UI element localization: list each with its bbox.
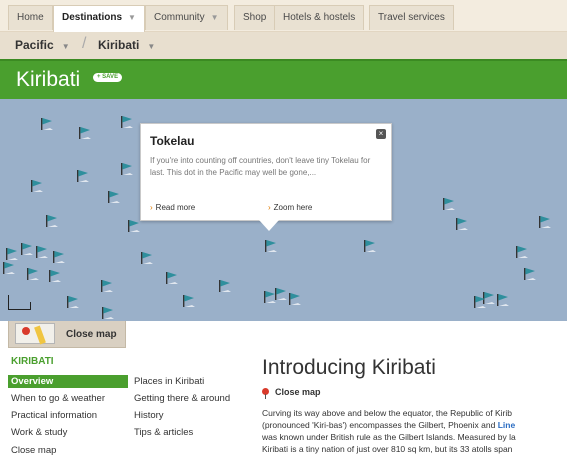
close-map-link[interactable]: Close map xyxy=(262,387,321,399)
zoom-here-link[interactable]: › Zoom here xyxy=(268,203,312,212)
map-flag-icon[interactable] xyxy=(100,279,114,293)
breadcrumb-label: Kiribati xyxy=(98,38,140,52)
map-flag-icon[interactable] xyxy=(455,217,469,231)
pin-icon xyxy=(22,327,30,335)
map-icon xyxy=(15,323,55,345)
chevron-down-icon: ▼ xyxy=(61,42,70,51)
body-line: was known under British rule as the Gilb… xyxy=(262,432,516,442)
body-text: (pronounced 'Kiri-bas') encompasses the … xyxy=(262,420,498,430)
nav-item-places[interactable]: Places in Kiribati xyxy=(134,376,204,387)
chevron-down-icon: ▼ xyxy=(147,42,156,51)
page-title: Kiribati xyxy=(16,68,81,91)
article-body: Curving its way above and below the equa… xyxy=(262,407,567,455)
map-flag-icon[interactable] xyxy=(120,115,134,129)
close-map-link-label: Close map xyxy=(275,387,321,397)
pin-icon xyxy=(262,388,269,399)
map-flag-icon[interactable] xyxy=(127,219,141,233)
body-line: Curving its way above and below the equa… xyxy=(262,408,512,418)
map-flag-icon[interactable] xyxy=(48,269,62,283)
map-flag-icon[interactable] xyxy=(218,279,232,293)
nav-item-practical-information[interactable]: Practical information xyxy=(11,410,97,421)
map-flag-icon[interactable] xyxy=(263,290,277,304)
arrow-right-icon: › xyxy=(268,203,271,212)
top-navigation: Home Destinations ▼ Community ▼ Shop Hotel… xyxy=(0,0,567,32)
chevron-down-icon: ▼ xyxy=(210,13,219,22)
map-flag-icon[interactable] xyxy=(442,197,456,211)
tab-home[interactable]: Home xyxy=(8,5,53,30)
map-flag-icon[interactable] xyxy=(515,245,529,259)
breadcrumb-separator: / xyxy=(82,35,87,52)
tab-label: Hotels & hostels xyxy=(283,12,356,23)
chevron-down-icon: ▼ xyxy=(128,13,136,22)
article-title: Introducing Kiribati xyxy=(262,356,436,379)
map-flag-icon[interactable] xyxy=(30,179,44,193)
map-flag-icon[interactable] xyxy=(5,247,19,261)
line-islands-link[interactable]: Line xyxy=(498,420,515,430)
map-flag-icon[interactable] xyxy=(538,215,552,229)
map-popup: Tokelau × If you're into counting off co… xyxy=(140,123,392,231)
nav-item-overview[interactable]: Overview xyxy=(8,375,128,388)
map-flag-icon[interactable] xyxy=(264,239,278,253)
read-more-label: Read more xyxy=(155,203,196,212)
map-flag-icon[interactable] xyxy=(107,190,121,204)
map-flag-icon[interactable] xyxy=(523,267,537,281)
section-heading: KIRIBATI xyxy=(11,356,54,367)
tab-destinations[interactable]: Destinations ▼ xyxy=(53,5,145,32)
tab-community[interactable]: Community ▼ xyxy=(145,5,228,30)
body-line: Kiribati is a tiny nation of just over 8… xyxy=(262,444,513,454)
tab-label: Shop xyxy=(243,12,267,23)
read-more-link[interactable]: › Read more xyxy=(150,203,195,212)
tab-label: Destinations xyxy=(62,12,123,23)
nav-item-work-study[interactable]: Work & study xyxy=(11,427,67,438)
map-flag-icon[interactable] xyxy=(140,251,154,265)
pencil-icon xyxy=(34,325,46,345)
tab-label: Home xyxy=(17,12,44,23)
nav-item-when-to-go[interactable]: When to go & weather xyxy=(11,393,105,404)
tab-travel-services[interactable]: Travel services xyxy=(369,5,454,30)
close-icon[interactable]: × xyxy=(376,129,386,139)
map-flag-icon[interactable] xyxy=(120,162,134,176)
map-view[interactable]: Tokelau × If you're into counting off co… xyxy=(0,99,567,321)
tab-label: Travel services xyxy=(378,12,445,23)
map-flag-icon[interactable] xyxy=(496,293,510,307)
map-flag-icon[interactable] xyxy=(101,306,115,320)
map-flag-icon[interactable] xyxy=(45,214,59,228)
nav-item-getting-there[interactable]: Getting there & around xyxy=(134,393,230,404)
tab-shop[interactable]: Shop xyxy=(234,5,276,30)
breadcrumb-label: Pacific xyxy=(15,38,54,52)
tab-hotels-hostels[interactable]: Hotels & hostels xyxy=(274,5,365,30)
map-flag-icon[interactable] xyxy=(35,245,49,259)
map-flag-icon[interactable] xyxy=(2,261,16,275)
close-map-label: Close map xyxy=(66,329,117,340)
nav-item-tips-articles[interactable]: Tips & articles xyxy=(134,427,193,438)
map-flag-icon[interactable] xyxy=(473,295,487,309)
map-flag-icon[interactable] xyxy=(363,239,377,253)
map-flag-icon[interactable] xyxy=(40,117,54,131)
map-flag-icon[interactable] xyxy=(52,250,66,264)
popup-title: Tokelau xyxy=(150,134,195,148)
nav-item-close-map[interactable]: Close map xyxy=(11,445,56,456)
close-map-tab[interactable]: Close map xyxy=(8,321,126,348)
zoom-here-label: Zoom here xyxy=(273,203,313,212)
page-header: Kiribati + SAVE xyxy=(0,59,567,99)
map-flag-icon[interactable] xyxy=(165,271,179,285)
map-flag-icon[interactable] xyxy=(20,242,34,256)
map-flag-icon[interactable] xyxy=(78,126,92,140)
map-scale-bar xyxy=(8,295,31,310)
save-button[interactable]: + SAVE xyxy=(93,73,123,82)
map-flag-icon[interactable] xyxy=(66,295,80,309)
map-flag-icon[interactable] xyxy=(182,294,196,308)
map-flag-icon[interactable] xyxy=(288,292,302,306)
tab-label: Community xyxy=(154,12,205,23)
body-line: (pronounced 'Kiri-bas') encompasses the … xyxy=(262,419,567,431)
map-flag-icon[interactable] xyxy=(26,267,40,281)
map-flag-icon[interactable] xyxy=(76,169,90,183)
arrow-right-icon: › xyxy=(150,203,153,212)
nav-item-history[interactable]: History xyxy=(134,410,164,421)
breadcrumb-item-kiribati[interactable]: Kiribati ▼ xyxy=(98,38,155,52)
popup-description: If you're into counting off countries, d… xyxy=(150,156,371,177)
breadcrumb-item-pacific[interactable]: Pacific ▼ xyxy=(15,38,70,52)
breadcrumb: Pacific ▼ / Kiribati ▼ xyxy=(0,32,567,59)
